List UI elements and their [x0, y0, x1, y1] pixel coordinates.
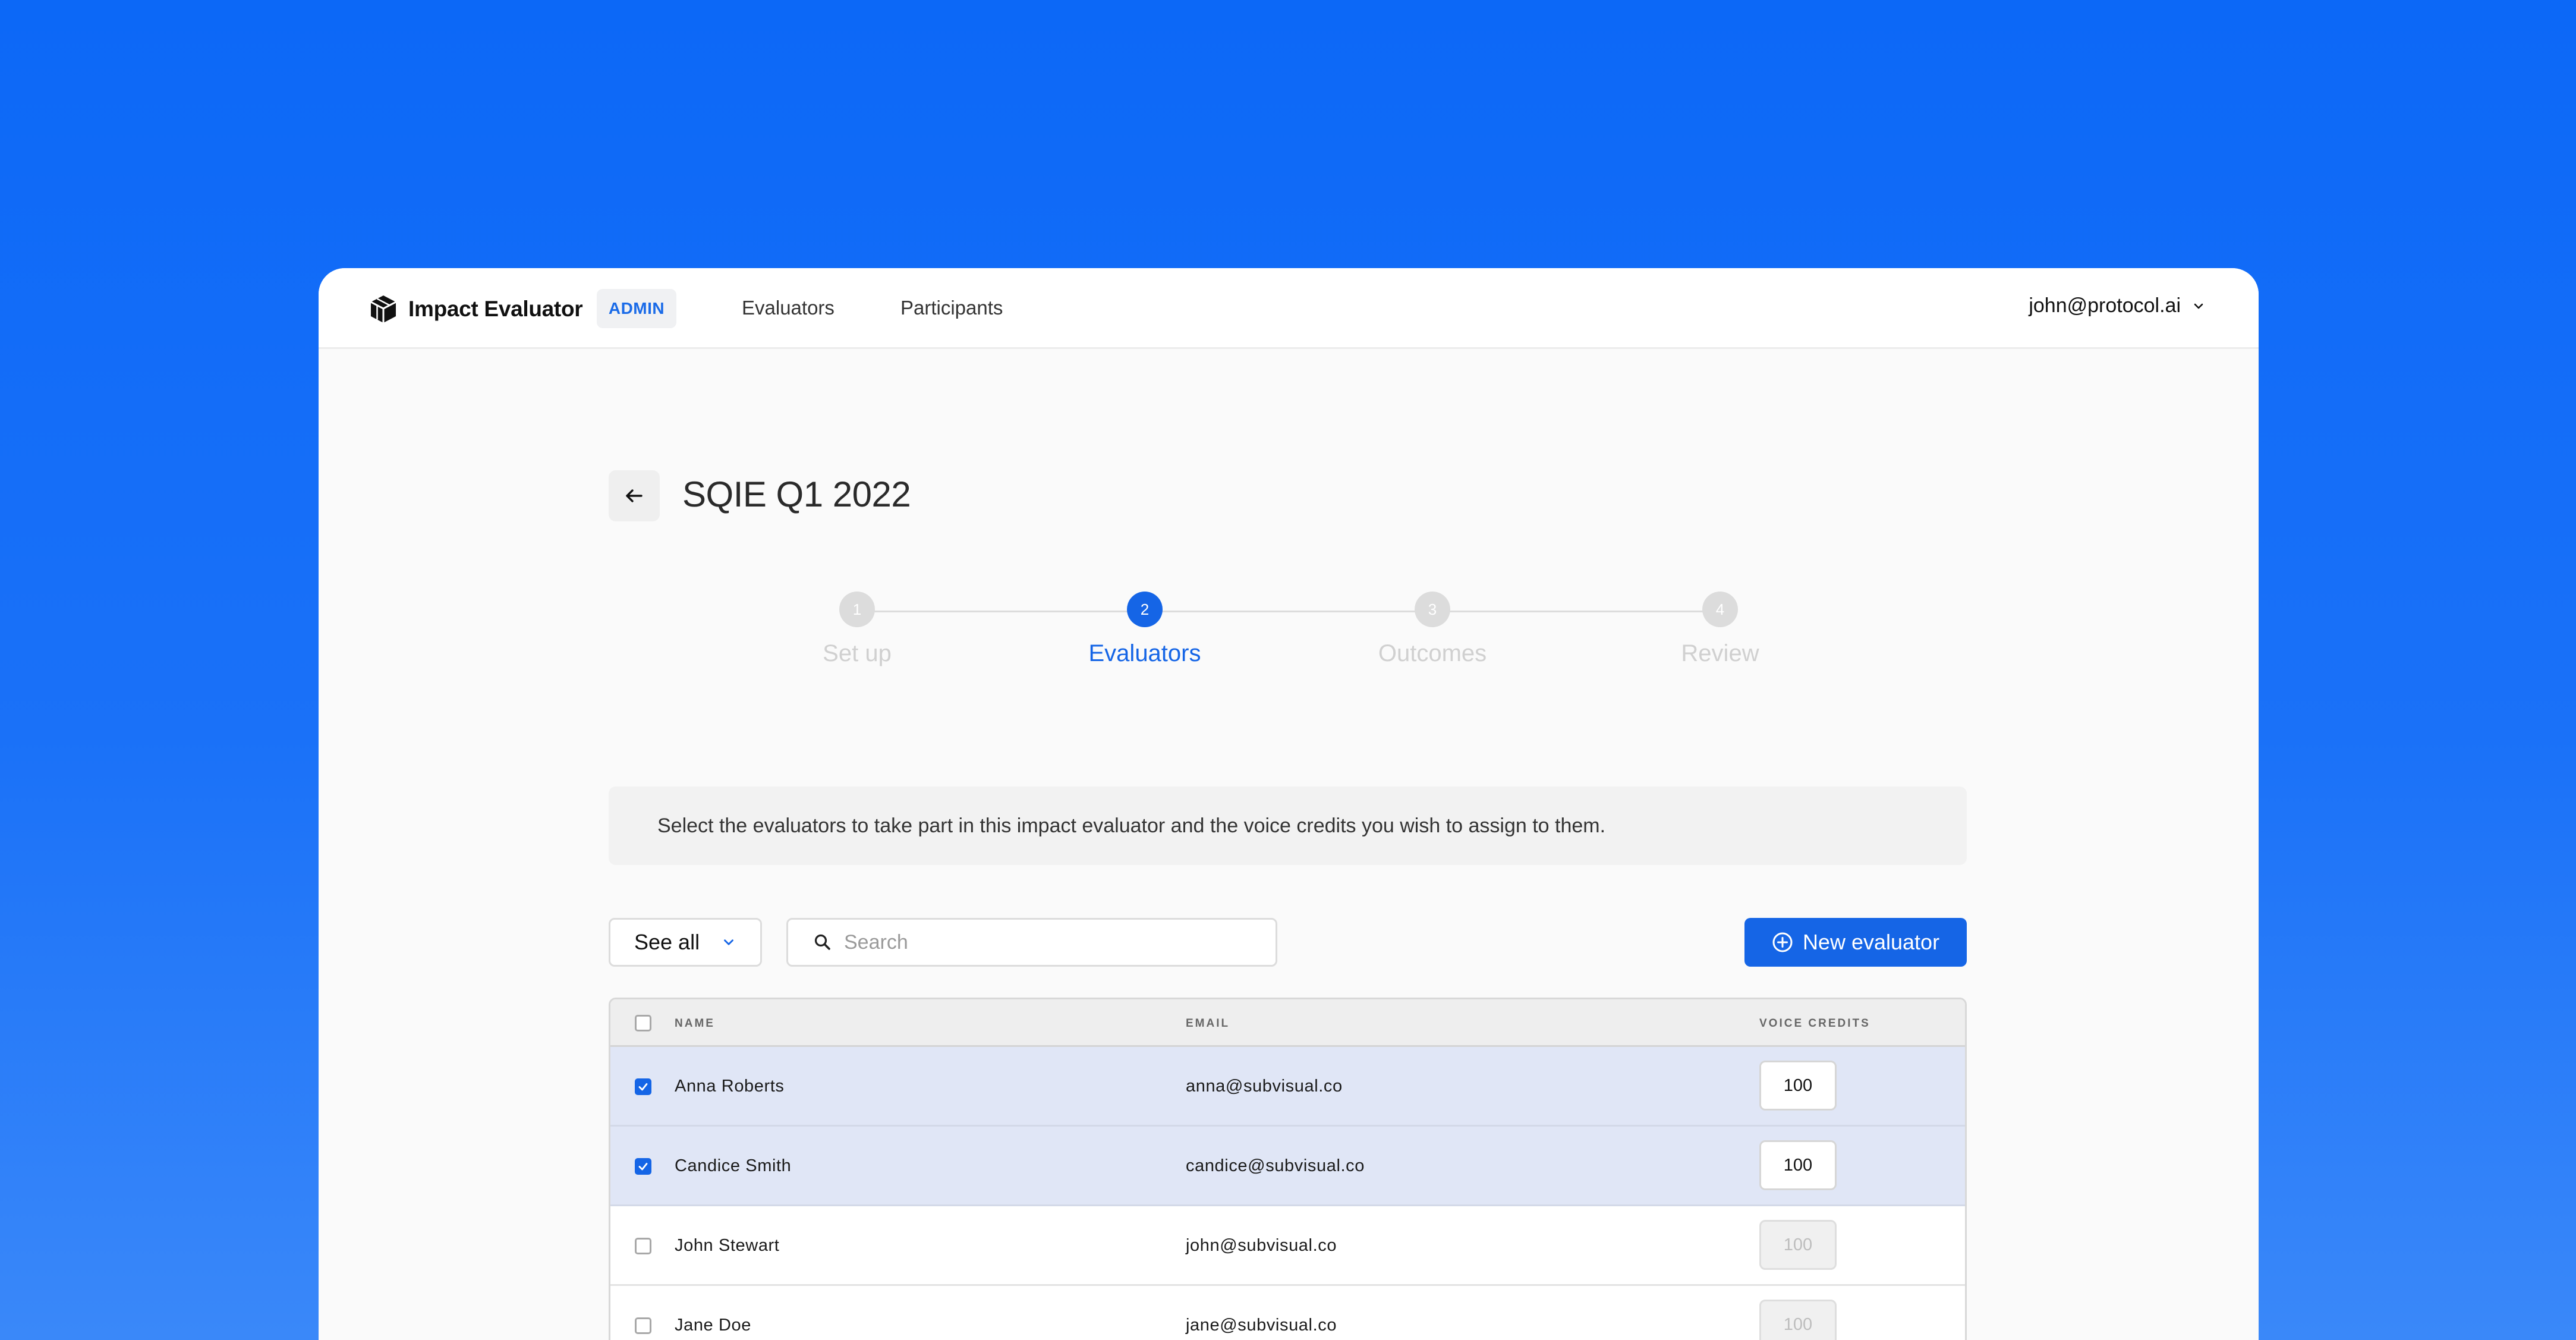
evaluator-name: Candice Smith [675, 1156, 792, 1175]
evaluator-email: candice@subvisual.co [1186, 1156, 1365, 1175]
evaluator-name: Anna Roberts [675, 1077, 785, 1096]
filter-value: See all [634, 930, 700, 954]
table-header: NAME EMAIL VOICE CREDITS [610, 999, 1965, 1047]
new-evaluator-label: New evaluator [1802, 930, 1940, 954]
top-navbar: Impact Evaluator ADMIN Evaluators Partic… [319, 268, 2259, 349]
step-number: 3 [1415, 592, 1450, 627]
table-row[interactable]: Jane Doe jane@subvisual.co [610, 1286, 1965, 1340]
search-box[interactable] [786, 918, 1277, 967]
evaluator-email: john@subvisual.co [1186, 1236, 1337, 1255]
step-number: 1 [839, 592, 875, 627]
filter-dropdown[interactable]: See all [609, 918, 762, 967]
user-email: john@protocol.ai [2029, 294, 2181, 317]
back-button[interactable] [609, 470, 660, 521]
column-header-email[interactable]: EMAIL [1186, 1017, 1230, 1030]
step-number: 4 [1702, 592, 1738, 627]
step-label: Evaluators [1088, 640, 1201, 666]
cube-logo-icon [370, 295, 396, 323]
plus-circle-icon [1772, 932, 1793, 952]
voice-credits-input [1759, 1300, 1837, 1340]
nav-participants[interactable]: Participants [900, 297, 1003, 319]
app-window: Impact Evaluator ADMIN Evaluators Partic… [319, 268, 2259, 1340]
voice-credits-input [1759, 1220, 1837, 1270]
evaluator-name: Jane Doe [675, 1316, 751, 1335]
evaluator-email: jane@subvisual.co [1186, 1316, 1337, 1335]
check-icon [638, 1163, 648, 1171]
search-input[interactable] [844, 930, 1260, 954]
select-all-checkbox[interactable] [635, 1015, 651, 1031]
stepper: 1 Set up 2 Evaluators 3 Outcomes 4 Revie… [319, 592, 2259, 700]
step-evaluators[interactable]: 2 Evaluators [1056, 592, 1234, 667]
nav-evaluators[interactable]: Evaluators [742, 297, 834, 319]
voice-credits-input[interactable] [1759, 1140, 1837, 1190]
column-header-voice-credits[interactable]: VOICE CREDITS [1759, 1017, 1870, 1030]
step-review[interactable]: 4 Review [1631, 592, 1809, 667]
evaluator-email: anna@subvisual.co [1186, 1077, 1343, 1096]
chevron-down-icon [2194, 303, 2203, 309]
voice-credits-input[interactable] [1759, 1061, 1837, 1111]
step-setup[interactable]: 1 Set up [768, 592, 946, 667]
row-checkbox[interactable] [635, 1078, 651, 1095]
step-label: Set up [823, 640, 892, 666]
table-row[interactable]: John Stewart john@subvisual.co [610, 1206, 1965, 1286]
evaluator-name: John Stewart [675, 1236, 780, 1255]
search-icon [814, 934, 830, 950]
table-row[interactable]: Anna Roberts anna@subvisual.co [610, 1047, 1965, 1127]
evaluators-table: NAME EMAIL VOICE CREDITS Anna Roberts an… [609, 998, 1967, 1340]
info-message: Select the evaluators to take part in th… [609, 787, 1967, 865]
column-header-name[interactable]: NAME [675, 1017, 715, 1030]
step-outcomes[interactable]: 3 Outcomes [1343, 592, 1522, 667]
arrow-left-icon [626, 489, 643, 502]
step-label: Outcomes [1378, 640, 1487, 666]
row-checkbox[interactable] [635, 1238, 651, 1254]
app-title: Impact Evaluator [408, 297, 583, 321]
step-label: Review [1681, 640, 1759, 666]
brand[interactable]: Impact Evaluator [368, 294, 583, 325]
row-checkbox[interactable] [635, 1317, 651, 1334]
new-evaluator-button[interactable]: New evaluator [1744, 918, 1967, 967]
row-checkbox[interactable] [635, 1158, 651, 1175]
check-icon [638, 1083, 648, 1091]
user-menu[interactable]: john@protocol.ai [2029, 294, 2206, 317]
table-row[interactable]: Candice Smith candice@subvisual.co [610, 1127, 1965, 1206]
step-number: 2 [1127, 592, 1163, 627]
chevron-down-icon [724, 939, 733, 945]
page-title: SQIE Q1 2022 [682, 474, 911, 514]
admin-badge: ADMIN [597, 289, 676, 328]
